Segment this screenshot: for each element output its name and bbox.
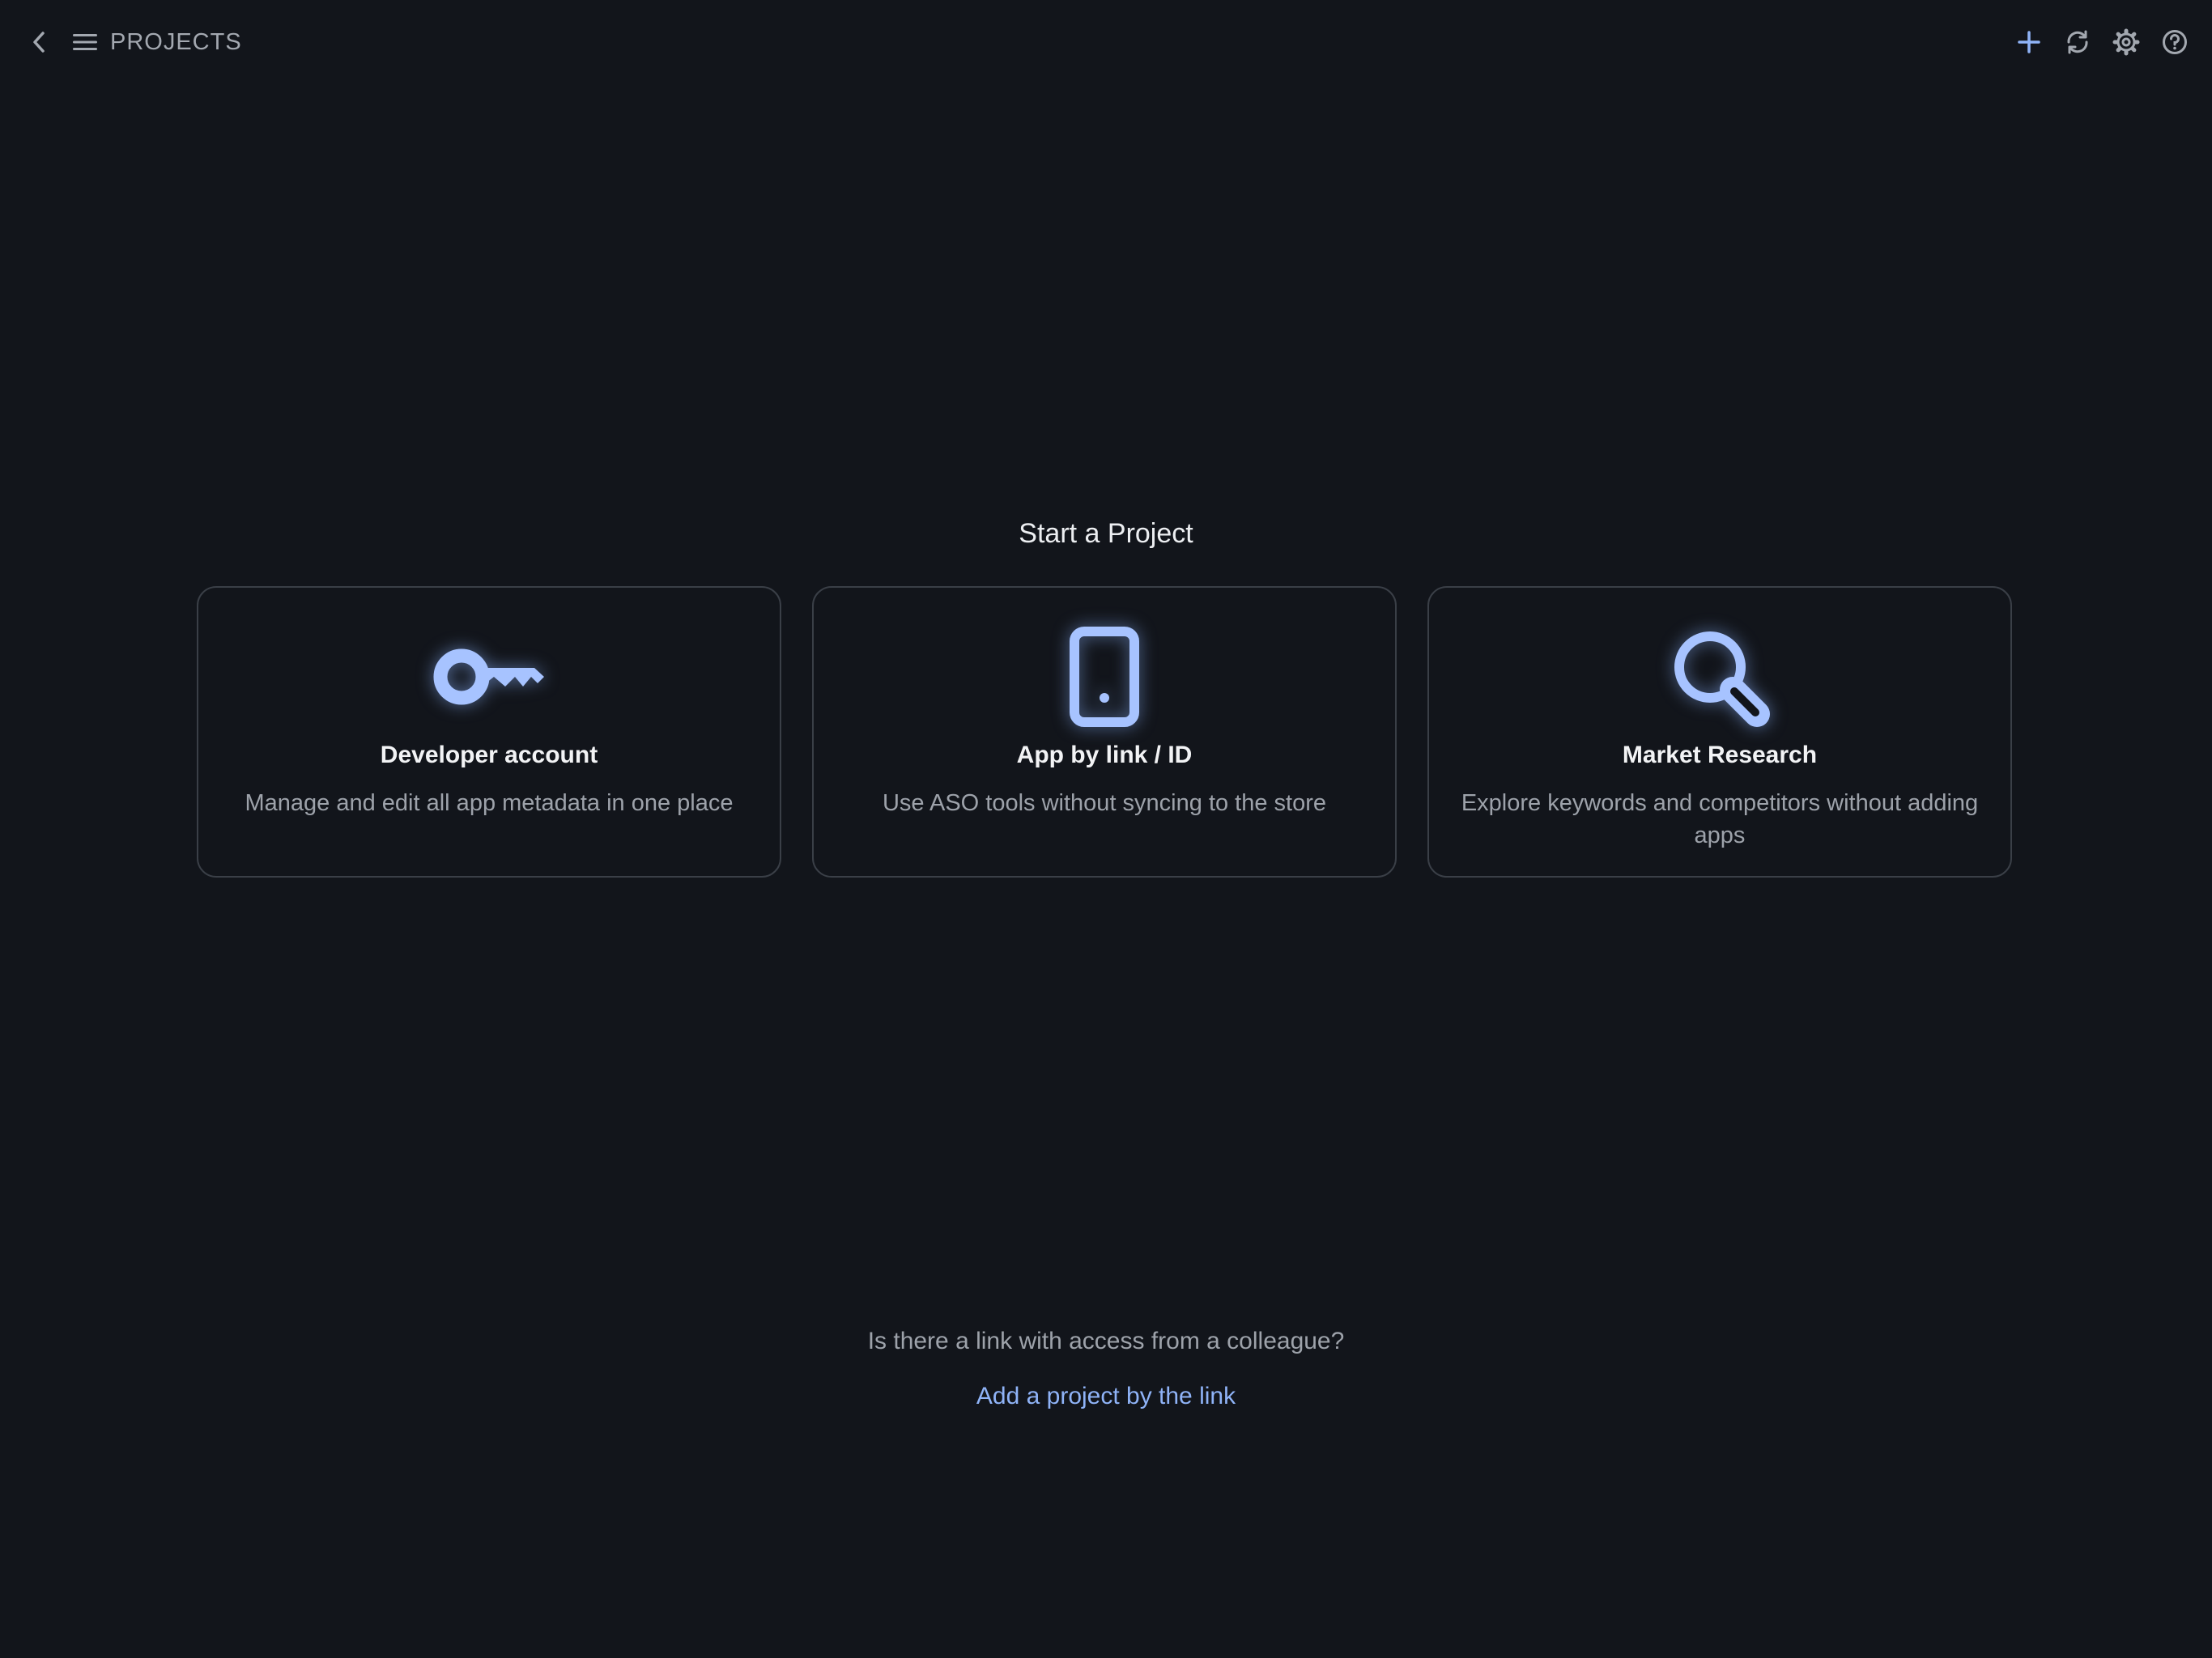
- settings-button[interactable]: [2107, 23, 2146, 62]
- section-heading: Start a Project: [1019, 518, 1193, 549]
- page-title: PROJECTS: [110, 29, 242, 55]
- magnifier-icon: [1674, 631, 1770, 727]
- card-description: Explore keywords and competitors without…: [1461, 790, 1979, 848]
- card-title: Developer account: [380, 742, 598, 768]
- add-project-by-link[interactable]: Add a project by the link: [0, 1383, 2212, 1410]
- top-bar: PROJECTS: [0, 0, 2212, 84]
- card-title: App by link / ID: [1016, 742, 1193, 768]
- card-title: Market Research: [1622, 742, 1818, 768]
- sync-button[interactable]: [2058, 23, 2097, 62]
- app-by-link-card[interactable]: App by link / ID Use ASO tools without s…: [812, 586, 1397, 878]
- card-description: Use ASO tools without syncing to the sto…: [882, 790, 1327, 816]
- card-description: Manage and edit all app metadata in one …: [245, 790, 734, 816]
- market-research-card[interactable]: Market Research Explore keywords and com…: [1427, 586, 2012, 878]
- menu-button[interactable]: [70, 26, 100, 58]
- refresh-icon: [2067, 30, 2088, 54]
- help-button[interactable]: [2155, 23, 2194, 62]
- phone-icon: [1070, 627, 1139, 727]
- gear-icon: [2112, 28, 2140, 56]
- back-button[interactable]: [23, 24, 55, 60]
- plus-icon: [2018, 31, 2040, 53]
- developer-account-card[interactable]: Developer account Manage and edit all ap…: [197, 586, 781, 878]
- chevron-left-icon: [33, 32, 45, 53]
- add-project-button[interactable]: [2010, 23, 2048, 62]
- help-circle-icon: [2163, 30, 2187, 54]
- colleague-link-question: Is there a link with access from a colle…: [867, 1328, 1345, 1354]
- key-icon: [433, 648, 544, 705]
- hamburger-icon: [73, 34, 97, 50]
